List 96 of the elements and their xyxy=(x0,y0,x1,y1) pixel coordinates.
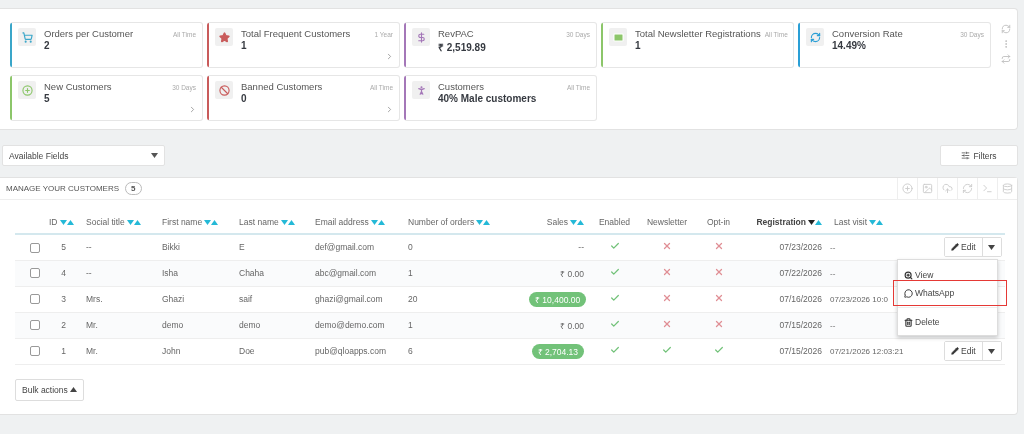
table-cell: ₹ 0.00 xyxy=(560,320,584,331)
caret-icon[interactable] xyxy=(988,244,996,250)
table-cell: John xyxy=(162,346,181,356)
table-cell: 07/22/2026 xyxy=(779,268,822,278)
table-cell: -- xyxy=(830,268,836,278)
dollar-icon xyxy=(412,28,430,46)
table-cell: Mrs. xyxy=(86,294,103,304)
table-cell: 1 xyxy=(61,346,66,356)
table-cell: 07/15/2026 xyxy=(779,346,822,356)
table-cell: -- xyxy=(830,320,836,330)
table-cell: -- xyxy=(578,242,584,253)
card-value: 0 xyxy=(241,93,247,104)
fields-select[interactable]: Available Fields xyxy=(2,145,165,166)
table-cell: ₹ 0.00 xyxy=(560,268,584,279)
card-title: New Customers xyxy=(44,81,112,92)
menu-item[interactable]: Delete xyxy=(898,313,997,331)
table-cell: Chaha xyxy=(239,268,265,278)
table-cell: ghazi@gmail.com xyxy=(315,294,383,304)
menu-item[interactable]: View xyxy=(898,266,997,284)
row-checkbox[interactable] xyxy=(30,242,40,253)
panel-title: MANAGE YOUR CUSTOMERS xyxy=(6,184,120,193)
chevron-right-icon[interactable] xyxy=(385,105,394,114)
pencil-icon xyxy=(951,347,959,355)
table-cell: def@gmail.com xyxy=(315,242,375,253)
card-value: 1 xyxy=(241,40,247,51)
table-cell: 07/16/2026 xyxy=(779,294,822,304)
card-title: Orders per Customer xyxy=(44,28,134,39)
table-cell: Mr. xyxy=(86,346,98,356)
table-cell: 6 xyxy=(408,346,413,356)
table-cell: 1 xyxy=(408,320,413,330)
table-cell: 0 xyxy=(408,242,413,253)
table-cell: demo xyxy=(239,320,261,330)
filters-button[interactable]: Filters xyxy=(940,145,1018,166)
person-icon xyxy=(412,81,430,99)
table-cell: 07/15/2026 xyxy=(779,320,822,330)
row-checkbox[interactable] xyxy=(30,268,40,279)
row-checkbox[interactable] xyxy=(30,320,40,331)
bulk-actions-button[interactable]: Bulk actions xyxy=(15,378,84,401)
refresh-icon xyxy=(806,28,824,46)
table-cell: -- xyxy=(830,242,836,252)
trash-icon xyxy=(904,317,913,327)
sliders-icon xyxy=(961,151,971,160)
card-value: 14.49% xyxy=(832,40,866,51)
table-cell: demo xyxy=(162,320,184,330)
table-cell: 20 xyxy=(408,294,418,304)
menu-item[interactable]: WhatsApp xyxy=(898,284,997,302)
card-title: Customers xyxy=(438,81,484,92)
database-icon[interactable] xyxy=(997,178,1017,199)
chat-bubble-icon xyxy=(904,288,913,298)
table-cell: -- xyxy=(86,268,92,278)
table-cell: saif xyxy=(239,294,253,304)
refresh-icon[interactable] xyxy=(1001,24,1011,34)
row-checkbox[interactable] xyxy=(30,346,40,357)
table-cell: Ghazi xyxy=(162,294,185,304)
card-value: 2 xyxy=(44,40,50,51)
chevron-right-icon[interactable] xyxy=(188,105,197,114)
caret-icon[interactable] xyxy=(69,387,77,392)
card-title: Total Frequent Customers xyxy=(241,28,351,39)
table-cell: 1 xyxy=(408,268,413,278)
envelope-icon xyxy=(609,28,627,46)
table-cell: Bikki xyxy=(162,242,180,253)
table-cell: demo@demo.com xyxy=(315,320,385,330)
plus-circle-icon xyxy=(18,81,36,99)
table-cell: 4 xyxy=(61,268,66,278)
table-cell: Doe xyxy=(239,346,255,356)
table-cell: pub@qloapps.com xyxy=(315,346,386,356)
search-icon xyxy=(904,270,913,280)
card-title: Total Newsletter Registrations xyxy=(635,28,761,39)
row-checkbox[interactable] xyxy=(30,294,40,305)
cart-icon xyxy=(18,28,36,46)
chevron-right-icon[interactable] xyxy=(385,52,394,61)
card-title: Banned Customers xyxy=(241,81,323,92)
ban-icon xyxy=(215,81,233,99)
card-value: ₹ 2,519.89 xyxy=(438,41,486,54)
repeat-icon[interactable] xyxy=(1001,54,1011,64)
card-value: 5 xyxy=(44,93,50,104)
table-cell: -- xyxy=(86,242,92,253)
card-title: Conversion Rate xyxy=(832,28,903,39)
sales-badge: ₹ 10,400.00 xyxy=(529,291,587,307)
pencil-icon xyxy=(951,243,959,252)
table-cell: E xyxy=(239,242,245,253)
table-cell: abc@gmail.com xyxy=(315,268,377,278)
caret-icon[interactable] xyxy=(988,348,996,354)
card-value: 40% Male customers xyxy=(438,93,537,104)
caret-icon[interactable] xyxy=(151,153,158,158)
table-cell: Isha xyxy=(162,268,179,278)
card-title: RevPAC xyxy=(438,28,474,39)
table-cell: 07/23/2026 10:0 xyxy=(830,294,888,304)
table-cell: 3 xyxy=(61,294,66,304)
table-cell: Mr. xyxy=(86,320,98,330)
table-cell: 2 xyxy=(61,320,66,330)
table-cell: 07/21/2026 12:03:21 xyxy=(830,346,904,356)
card-value: 1 xyxy=(635,40,641,51)
table-cell: 07/23/2026 xyxy=(779,242,822,253)
sales-badge: ₹ 2,704.13 xyxy=(531,343,584,359)
table-cell: 5 xyxy=(61,242,66,253)
